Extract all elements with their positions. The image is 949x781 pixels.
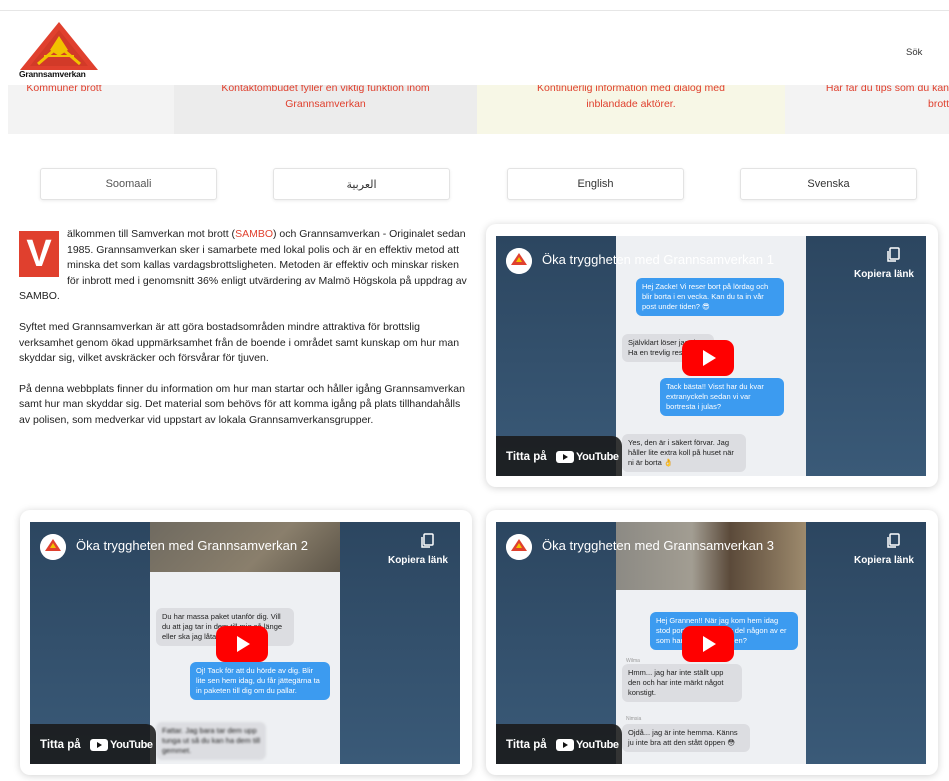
video-title[interactable]: Öka tryggheten med Grannsamverkan 1 — [542, 252, 774, 267]
video-player-3[interactable]: Hej Grannen!! När jag kom hem idag stod … — [496, 522, 926, 764]
copy-link-button[interactable]: Kopiera länk — [854, 555, 914, 566]
chat-bubble: Hej Zacke! Vi reser bort på lördag och b… — [636, 278, 784, 316]
play-button[interactable] — [682, 340, 734, 376]
chat-bubble: Ojdå... jag är inte hemma. Känns ju inte… — [622, 724, 750, 752]
chat-bubble: Fattar. Jag bara tar dem upp tunga ut så… — [156, 722, 266, 760]
video-player-1[interactable]: Hej Zacke! Vi reser bort på lördag och b… — [496, 236, 926, 476]
chat-sender: Nimsia — [626, 716, 642, 722]
youtube-logo-icon: YouTube — [90, 738, 153, 752]
channel-avatar-icon[interactable] — [40, 534, 66, 560]
watch-on-youtube-button[interactable]: Titta på YouTube — [496, 724, 622, 764]
chat-bubble: Hmm... jag har inte ställt upp den och h… — [622, 664, 742, 702]
channel-avatar-icon[interactable] — [506, 248, 532, 274]
watch-on-youtube-button[interactable]: Titta på YouTube — [30, 724, 156, 764]
video-player-2[interactable]: Du har massa paket utanför dig. Vill du … — [30, 522, 460, 764]
copy-link-icon[interactable] — [886, 533, 900, 549]
video-title[interactable]: Öka tryggheten med Grannsamverkan 2 — [76, 538, 308, 553]
play-button[interactable] — [682, 626, 734, 662]
youtube-logo-icon: YouTube — [556, 450, 619, 464]
channel-avatar-icon[interactable] — [506, 534, 532, 560]
copy-link-button[interactable]: Kopiera länk — [388, 555, 448, 566]
lang-button-arabic[interactable]: العربية — [273, 168, 450, 200]
chat-bubble: Tack bästa!! Visst har du kvar extranyck… — [660, 378, 784, 416]
intro-text: älkommen till Samverkan mot brott (SAMBO… — [19, 227, 474, 444]
logo-text: Grannsamverkan — [19, 69, 86, 79]
video-card-1: Hej Zacke! Vi reser bort på lördag och b… — [486, 224, 938, 487]
chat-bubble: Yes, den är i säkert förvar. Jag håller … — [622, 434, 746, 472]
watch-on-youtube-button[interactable]: Titta på YouTube — [496, 436, 622, 476]
video-card-2: Du har massa paket utanför dig. Vill du … — [20, 510, 472, 775]
intro-paragraph-3: På denna webbplats finner du information… — [19, 382, 465, 426]
copy-link-button[interactable]: Kopiera länk — [854, 269, 914, 280]
header-bar — [0, 11, 949, 85]
youtube-logo-icon: YouTube — [556, 738, 619, 752]
lang-button-somali[interactable]: Soomaali — [40, 168, 217, 200]
chat-bubble: Oj! Tack för att du hörde av dig. Blir l… — [190, 662, 330, 700]
sambo-link[interactable]: SAMBO — [235, 228, 273, 240]
lang-button-english[interactable]: English — [507, 168, 684, 200]
search-link[interactable]: Sök — [906, 47, 922, 58]
video-card-3: Hej Grannen!! När jag kom hem idag stod … — [486, 510, 938, 775]
play-button[interactable] — [216, 626, 268, 662]
intro-paragraph-2: Syftet med Grannsamverkan är att göra bo… — [19, 320, 460, 365]
copy-link-icon[interactable] — [886, 247, 900, 263]
video-title[interactable]: Öka tryggheten med Grannsamverkan 3 — [542, 538, 774, 553]
copy-link-icon[interactable] — [420, 533, 434, 549]
video-photo — [616, 522, 806, 590]
lang-button-swedish[interactable]: Svenska — [740, 168, 917, 200]
